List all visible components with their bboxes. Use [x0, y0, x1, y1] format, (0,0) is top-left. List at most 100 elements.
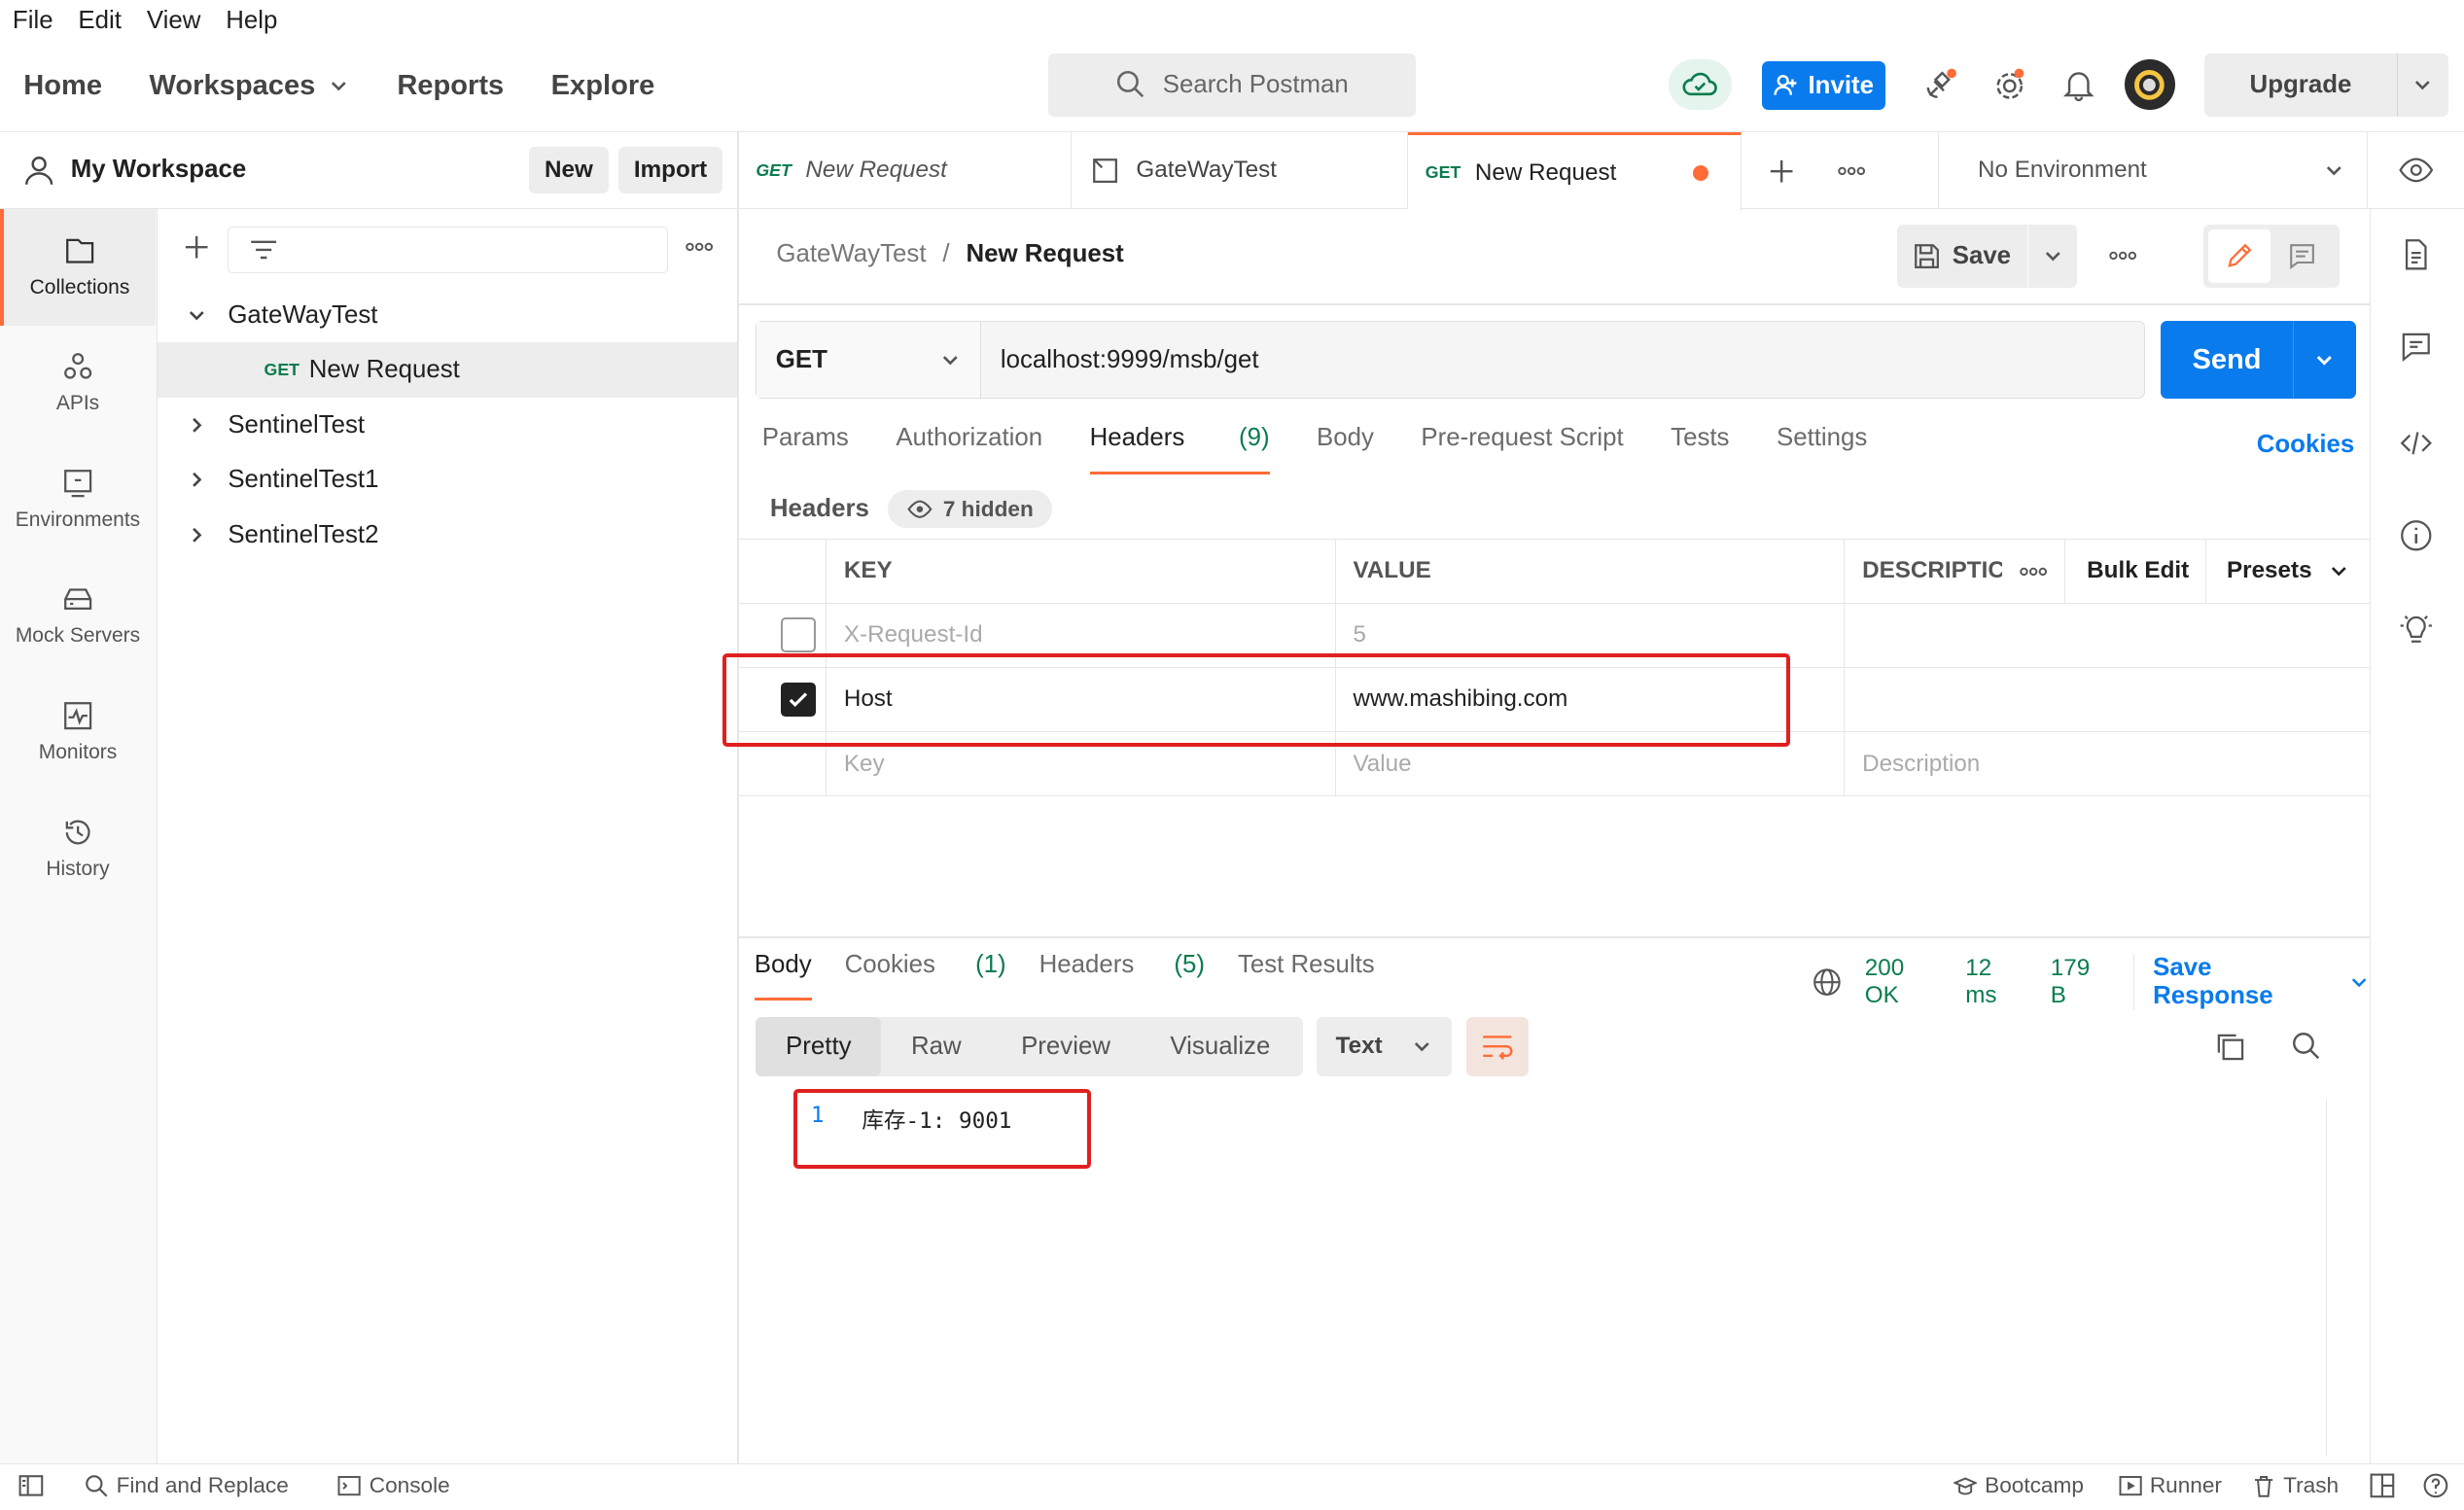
collection-sentineltest2[interactable]: SentinelTest2 [158, 508, 737, 563]
nav-reports[interactable]: Reports [397, 70, 504, 102]
nav-home[interactable]: Home [23, 70, 102, 102]
presets-dropdown[interactable]: Presets [2206, 540, 2370, 602]
request-item-new-request[interactable]: GET New Request [157, 342, 737, 398]
table-options-button[interactable] [2002, 540, 2065, 603]
sidebar-item-environments[interactable]: Environments [0, 441, 156, 558]
response-tab-tests[interactable]: Test Results [1238, 951, 1375, 1001]
upgrade-dropdown[interactable] [2396, 53, 2448, 117]
status-code[interactable]: 200 OK [1865, 955, 1944, 1009]
format-visualize[interactable]: Visualize [1141, 1033, 1300, 1061]
sidebar-item-history[interactable]: History [0, 790, 156, 907]
collection-gatewaytest[interactable]: GateWayTest [158, 288, 737, 343]
save-dropdown[interactable] [2028, 225, 2078, 288]
edit-mode-button[interactable] [2207, 228, 2271, 283]
header-description-cell[interactable] [1845, 604, 2370, 667]
collection-sentineltest[interactable]: SentinelTest [158, 398, 737, 453]
cookies-link[interactable]: Cookies [2257, 431, 2355, 459]
runner-button[interactable]: Runner [2119, 1473, 2222, 1498]
collection-sentineltest1[interactable]: SentinelTest1 [158, 452, 737, 508]
request-options-button[interactable] [2107, 243, 2138, 268]
tips-button[interactable] [2399, 612, 2437, 650]
nav-explore[interactable]: Explore [551, 70, 655, 102]
response-size[interactable]: 179 B [2051, 955, 2111, 1009]
save-response-button[interactable]: Save Response [2132, 953, 2370, 1010]
nav-workspaces[interactable]: Workspaces [150, 70, 350, 102]
tab-options-button[interactable] [1836, 158, 1867, 184]
tab-body[interactable]: Body [1317, 424, 1374, 474]
menu-edit[interactable]: Edit [78, 7, 122, 35]
settings-button[interactable] [1988, 63, 2031, 107]
satellite-button[interactable] [1918, 63, 1962, 107]
console-button[interactable]: Console [337, 1473, 450, 1498]
send-button[interactable]: Send [2161, 320, 2356, 400]
trash-button[interactable]: Trash [2252, 1473, 2339, 1498]
tab-params[interactable]: Params [762, 424, 849, 474]
menu-file[interactable]: File [13, 7, 53, 35]
new-collection-button[interactable] [181, 231, 212, 263]
format-pretty[interactable]: Pretty [756, 1016, 882, 1077]
response-time[interactable]: 12 ms [1965, 955, 2028, 1009]
tab-new-request-1[interactable]: GET New Request [739, 131, 1073, 209]
bootcamp-button[interactable]: Bootcamp [1953, 1473, 2084, 1498]
tab-headers[interactable]: Headers (9) [1089, 424, 1270, 475]
sidebar-item-collections[interactable]: Collections [0, 208, 156, 326]
tab-tests[interactable]: Tests [1671, 424, 1729, 474]
url-bar: GET localhost:9999/msb/get [756, 320, 2145, 400]
format-preview[interactable]: Preview [991, 1033, 1140, 1061]
comments-button[interactable] [2399, 330, 2437, 368]
environment-selector[interactable]: No Environment [1937, 131, 2367, 209]
code-button[interactable] [2399, 426, 2437, 464]
format-raw[interactable]: Raw [881, 1033, 991, 1061]
help-button[interactable] [2423, 1473, 2448, 1498]
tab-prerequest[interactable]: Pre-request Script [1421, 424, 1623, 474]
hidden-headers-toggle[interactable]: 7 hidden [888, 490, 1053, 529]
tab-new-request-active[interactable]: GET New Request [1408, 131, 1742, 211]
avatar[interactable] [2124, 59, 2175, 111]
upgrade-button[interactable]: Upgrade [2204, 53, 2448, 117]
search-response-button[interactable] [2291, 1031, 2322, 1062]
response-tab-cookies[interactable]: Cookies (1) [845, 951, 1006, 1001]
sidebar-item-mock-servers[interactable]: Mock Servers [0, 558, 156, 675]
search-bar[interactable]: Search Postman [1047, 53, 1417, 117]
environment-quick-look-button[interactable] [2366, 131, 2464, 209]
comment-mode-button[interactable] [2270, 229, 2334, 283]
menu-view[interactable]: View [147, 7, 201, 35]
tab-gatewaytest[interactable]: GateWayTest [1072, 131, 1409, 209]
notifications-button[interactable] [2057, 63, 2100, 107]
response-scrollbar[interactable] [2325, 1100, 2328, 1456]
menu-help[interactable]: Help [226, 7, 277, 35]
bulk-edit-button[interactable]: Bulk Edit [2065, 540, 2206, 603]
new-tab-button[interactable] [1766, 156, 1797, 187]
filter-input[interactable] [228, 226, 668, 274]
wrap-lines-button[interactable] [1465, 1016, 1530, 1077]
info-button[interactable] [2399, 518, 2437, 556]
column-value: VALUE [1336, 540, 1846, 603]
find-replace-button[interactable]: Find and Replace [85, 1473, 289, 1498]
tab-authorization[interactable]: Authorization [896, 424, 1042, 474]
new-description-input[interactable]: Description [1845, 732, 2370, 795]
method-select[interactable]: GET [757, 322, 982, 398]
documentation-button[interactable] [2399, 237, 2437, 275]
save-button[interactable]: Save [1896, 225, 2027, 288]
sync-status-button[interactable] [1669, 59, 1732, 111]
import-button[interactable]: Import [617, 147, 723, 193]
sidebar-item-apis[interactable]: APIs [0, 326, 156, 442]
workspace-name[interactable]: My Workspace [71, 156, 529, 184]
invite-button[interactable]: Invite [1761, 61, 1886, 111]
row-checkbox-unchecked[interactable] [781, 617, 816, 652]
response-type-select[interactable]: Text [1317, 1016, 1453, 1077]
response-tab-body[interactable]: Body [754, 951, 812, 1001]
breadcrumb-parent[interactable]: GateWayTest [776, 240, 926, 267]
sidebar-item-monitors[interactable]: Monitors [0, 674, 156, 790]
header-description-cell[interactable] [1845, 668, 2370, 731]
send-dropdown[interactable] [2292, 320, 2356, 400]
tab-settings[interactable]: Settings [1777, 424, 1867, 474]
breadcrumb-current[interactable]: New Request [966, 240, 1123, 267]
more-options-button[interactable] [684, 234, 715, 260]
toggle-sidebar-button[interactable] [18, 1473, 44, 1498]
copy-response-button[interactable] [2214, 1031, 2245, 1062]
url-input[interactable]: localhost:9999/msb/get [981, 346, 2144, 374]
new-button[interactable]: New [528, 147, 610, 193]
two-pane-button[interactable] [2370, 1473, 2395, 1498]
response-tab-headers[interactable]: Headers (5) [1039, 951, 1205, 1001]
